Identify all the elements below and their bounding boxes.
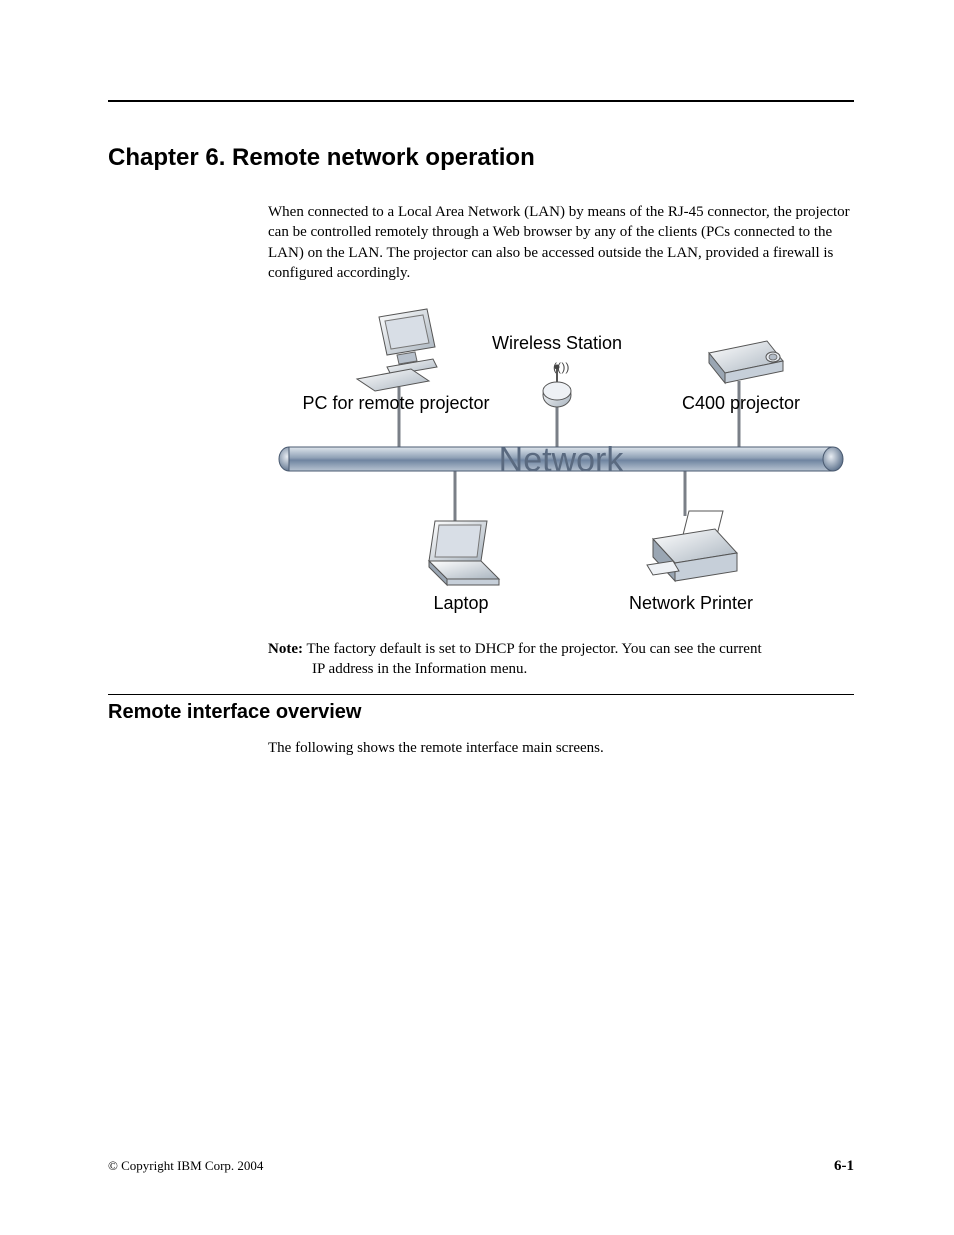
top-rule	[108, 100, 854, 102]
page-number: 6-1	[834, 1158, 854, 1175]
wireless-icon: (( ))	[543, 360, 571, 407]
section-para: The following shows the remote interface…	[268, 738, 854, 758]
projector-icon	[709, 341, 783, 383]
wireless-label: Wireless Station	[492, 333, 622, 353]
copyright-text: © Copyright IBM Corp. 2004	[108, 1158, 263, 1174]
printer-label: Network Printer	[629, 593, 753, 613]
laptop-icon	[429, 521, 499, 585]
page-footer: © Copyright IBM Corp. 2004 6-1	[108, 1158, 854, 1175]
pc-label: PC for remote projector	[302, 393, 489, 413]
note-body-2: IP address in the Information menu.	[312, 659, 854, 679]
section-heading: Remote interface overview	[108, 701, 854, 724]
laptop-label: Laptop	[433, 593, 488, 613]
projector-label: C400 projector	[682, 393, 800, 413]
network-diagram-svg: Network PC for remote projector (( )) Wi…	[271, 301, 851, 621]
chapter-title: Chapter 6. Remote network operation	[108, 144, 854, 172]
section-rule	[108, 694, 854, 695]
note-block: Note: The factory default is set to DHCP…	[268, 639, 854, 680]
pc-icon	[357, 309, 437, 391]
note-label: Note:	[268, 641, 303, 657]
note-body-1: The factory default is set to DHCP for t…	[306, 641, 761, 657]
network-diagram: Network PC for remote projector (( )) Wi…	[268, 301, 854, 621]
chapter-intro: When connected to a Local Area Network (…	[268, 202, 854, 283]
printer-icon	[647, 511, 737, 581]
network-label: Network	[499, 441, 625, 479]
